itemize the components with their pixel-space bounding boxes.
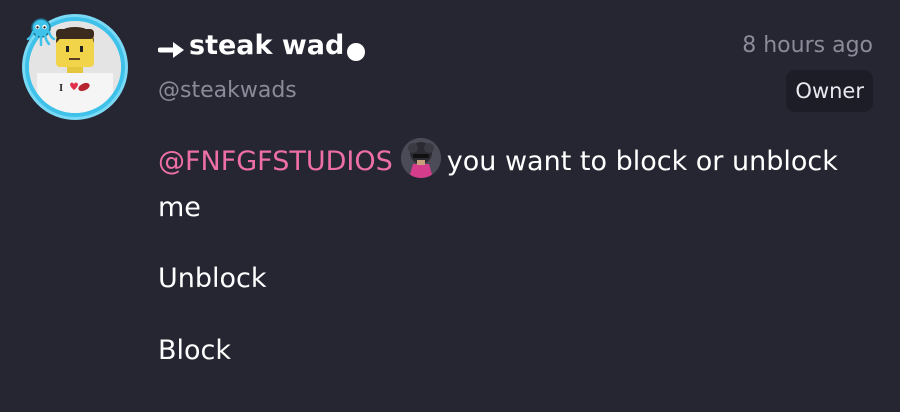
- comment-post: I steak wad @steakwads 8 hours ago Owner…: [0, 0, 900, 412]
- right-arrow-icon: [157, 35, 188, 58]
- reply-line-block: Block: [158, 335, 232, 366]
- user-mention[interactable]: @FNFGFSTUDIOS: [158, 146, 393, 177]
- role-badge: Owner: [786, 70, 873, 112]
- author-display-name[interactable]: steak wad: [157, 28, 366, 64]
- post-message: @FNFGFSTUDIOS you want to block or unblo…: [158, 138, 858, 231]
- post-timestamp: 8 hours ago: [742, 33, 873, 58]
- user-avatar-icon[interactable]: [400, 138, 441, 178]
- author-avatar[interactable]: I: [22, 14, 128, 120]
- octopus-badge-icon: [26, 16, 56, 47]
- author-name-text: steak wad: [189, 30, 345, 61]
- author-handle[interactable]: @steakwads: [158, 76, 297, 106]
- half-moon-circle-icon: [346, 36, 366, 61]
- avatar-shirt-text: I: [59, 84, 63, 94]
- reply-line-unblock: Unblock: [158, 263, 267, 294]
